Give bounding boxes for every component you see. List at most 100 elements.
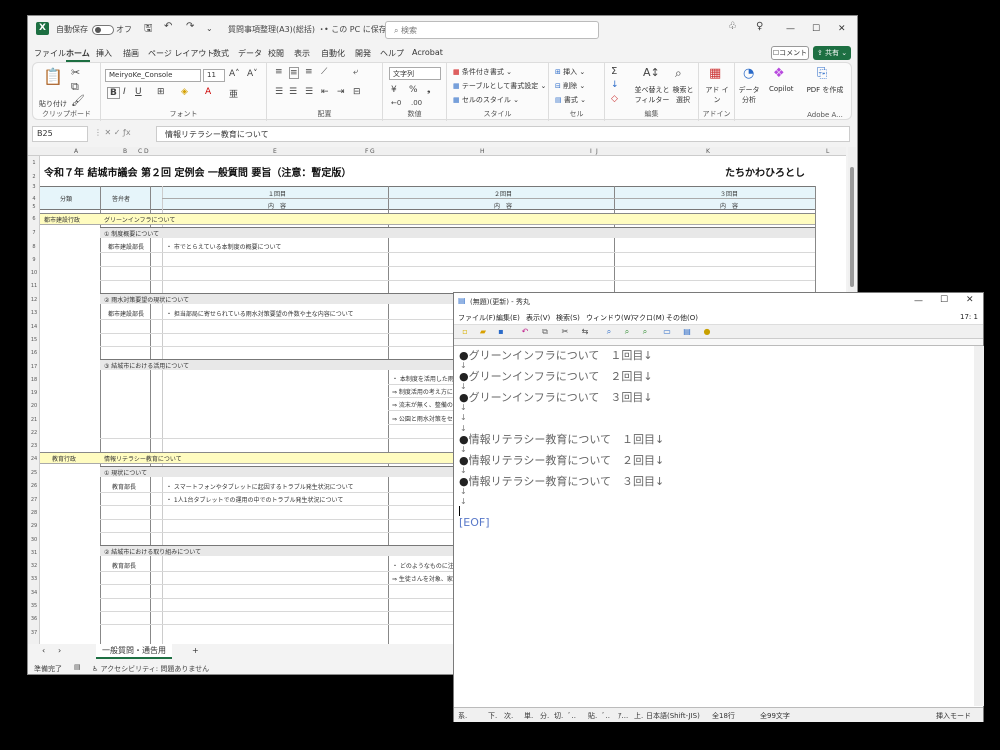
phonetic-icon[interactable]: 亜 [229, 87, 238, 100]
tab-acrobat[interactable]: Acrobat [412, 48, 443, 57]
search-box[interactable]: ⌕ 検索 [385, 21, 599, 39]
hm-menu-file[interactable]: ファイル(F) [458, 313, 496, 323]
status-item[interactable]: 上. [634, 711, 643, 721]
font-shrink-icon[interactable]: A˅ [247, 69, 258, 79]
close-button[interactable]: ✕ [838, 24, 846, 34]
column-header[interactable]: H [480, 148, 485, 155]
row-header[interactable]: 7 [28, 230, 40, 236]
text-line[interactable]: ●情報リテラシー教育について ３回目↓ [459, 473, 664, 489]
align-left-icon[interactable]: ☰ [275, 87, 283, 97]
file-name[interactable]: 質問事項整理(A3)(総括) ・ [228, 24, 326, 35]
indent-increase-icon[interactable]: ⇥ [337, 87, 345, 97]
row-header[interactable]: 27 [28, 497, 40, 503]
font-size-select[interactable]: 11 [203, 69, 225, 82]
row-header[interactable]: 29 [28, 523, 40, 529]
align-top-icon[interactable]: ≡ [275, 67, 283, 77]
autosum-icon[interactable]: Σ [611, 66, 617, 77]
border-icon[interactable]: ⊞ [157, 87, 165, 97]
row-header[interactable]: 30 [28, 537, 40, 543]
help-icon[interactable]: ● [702, 327, 712, 337]
name-box[interactable]: B25 [32, 126, 88, 142]
copy-icon[interactable]: ⧉ [540, 327, 550, 337]
status-item[interactable]: 単. [524, 711, 533, 721]
row-header[interactable]: 19 [28, 390, 40, 396]
round1-text-4b[interactable]: ・ 1人1台タブレットでの運用の中でのトラブル発生状況について [166, 495, 343, 504]
hm-maximize-button[interactable]: ☐ [940, 295, 948, 305]
header-round3[interactable]: ３回目 [720, 189, 738, 198]
number-format-select[interactable]: 文字列 [389, 67, 441, 80]
tab-developer[interactable]: 開発 [355, 48, 371, 59]
row-header[interactable]: 25 [28, 470, 40, 476]
hm-minimize-button[interactable]: — [914, 296, 923, 306]
row-header[interactable]: 24 [28, 456, 40, 462]
format-painter-icon[interactable]: 🖌 [71, 94, 85, 107]
grep-icon[interactable]: ▭ [662, 327, 672, 337]
row-header[interactable]: 33 [28, 576, 40, 582]
category-2[interactable]: 教育行政 [52, 454, 76, 463]
row-header[interactable]: 21 [28, 417, 40, 423]
data-analysis-icon[interactable]: ◔ [743, 66, 754, 81]
copilot-label[interactable]: Copilot [769, 85, 794, 93]
font-grow-icon[interactable]: A˄ [229, 69, 240, 79]
sort-filter-label[interactable]: 並べ替えと フィルター [633, 85, 671, 105]
bold-icon[interactable]: B [107, 87, 120, 99]
column-header[interactable]: A [74, 148, 78, 155]
pdf-icon[interactable]: ⎘ [817, 66, 827, 81]
row-header[interactable]: 2 [28, 174, 40, 180]
comment-button[interactable]: ☐コメント [771, 46, 809, 60]
sheet-tab[interactable]: 一般質問・通告用 [96, 644, 172, 659]
status-item[interactable]: ｱ... [618, 711, 628, 721]
tab-page-layout[interactable]: ページ レイアウト [148, 48, 214, 59]
column-header[interactable]: I [590, 148, 592, 155]
prev-sheet-icon[interactable]: ‹ [42, 646, 45, 655]
round1-text-4a[interactable]: ・ スマートフォンやタブレットに起因するトラブル発生状況について [166, 482, 354, 491]
tab-home[interactable]: ホーム [66, 48, 90, 62]
status-item[interactable]: ﾞ.. [568, 711, 576, 721]
row-header[interactable]: 9 [28, 257, 40, 263]
column-header[interactable]: J [596, 148, 598, 155]
section-1-1[interactable]: ① 制度概要について [104, 229, 159, 238]
hm-menu-window[interactable]: ウィンドウ(W) [586, 313, 633, 323]
tab-insert[interactable]: 挿入 [96, 48, 112, 59]
row-header[interactable]: 6 [28, 216, 40, 222]
share-button[interactable]: ⇪ 共有 ⌄ [813, 46, 851, 60]
addin-icon[interactable]: ▦ [709, 66, 721, 81]
section-2-1[interactable]: ① 現状について [104, 468, 147, 477]
designer-icon[interactable]: ♧ [728, 21, 737, 32]
hidemaru-app-icon[interactable]: ▤ [458, 296, 466, 305]
tab-view[interactable]: 表示 [294, 48, 310, 59]
fill-color-icon[interactable]: ◈ [181, 87, 188, 97]
tab-help[interactable]: ヘルプ [380, 48, 404, 59]
row-header[interactable]: 31 [28, 550, 40, 556]
hidemaru-text-area[interactable]: ●グリーンインフラについて １回目↓ ↓ ●グリーンインフラについて ２回目↓ … [459, 348, 969, 703]
paste-label[interactable]: 貼り付け [39, 99, 67, 109]
indent-decrease-icon[interactable]: ⇤ [321, 87, 329, 97]
table-format-button[interactable]: ▦ テーブルとして書式設定 ⌄ [453, 81, 546, 91]
hm-close-button[interactable]: ✕ [966, 295, 974, 305]
orientation-icon[interactable]: ⟋ [321, 67, 327, 77]
align-bottom-icon[interactable]: ≡ [305, 67, 313, 77]
macro-record-icon[interactable]: ▤ [74, 663, 81, 671]
align-middle-icon[interactable]: ≡ [289, 67, 299, 79]
fill-icon[interactable]: ↓ [611, 80, 619, 90]
row-header[interactable]: 17 [28, 364, 40, 370]
section-1-2[interactable]: ② 雨水対策要望の現状について [104, 295, 189, 304]
search-down-icon[interactable]: ⌕ [622, 327, 632, 337]
hm-menu-view[interactable]: 表示(V) [526, 313, 550, 323]
status-item[interactable]: 下. [488, 711, 497, 721]
tab-data[interactable]: データ [238, 48, 262, 59]
row-header[interactable]: 1 [28, 160, 40, 166]
save-file-icon[interactable]: ▪ [496, 327, 506, 337]
status-accessibility[interactable]: ♿ アクセシビリティ: 問題ありません [92, 664, 209, 674]
data-analysis-label[interactable]: データ 分析 [737, 85, 761, 105]
status-item[interactable]: 分. [540, 711, 549, 721]
open-folder-icon[interactable]: ▰ [478, 327, 488, 337]
sheet-author[interactable]: たちかわひろとし [725, 164, 805, 179]
answerer-2-1[interactable]: 教育部長 [112, 482, 136, 491]
category-1[interactable]: 都市建設行政 [44, 215, 80, 224]
currency-icon[interactable]: ¥ [391, 85, 397, 95]
fx-icon[interactable]: ⋮ ✕ ✓ ƒx [94, 128, 131, 137]
row-header[interactable]: 12 [28, 297, 40, 303]
cut-icon[interactable]: ✂ [71, 66, 80, 79]
find-select-label[interactable]: 検索と 選択 [671, 85, 695, 105]
